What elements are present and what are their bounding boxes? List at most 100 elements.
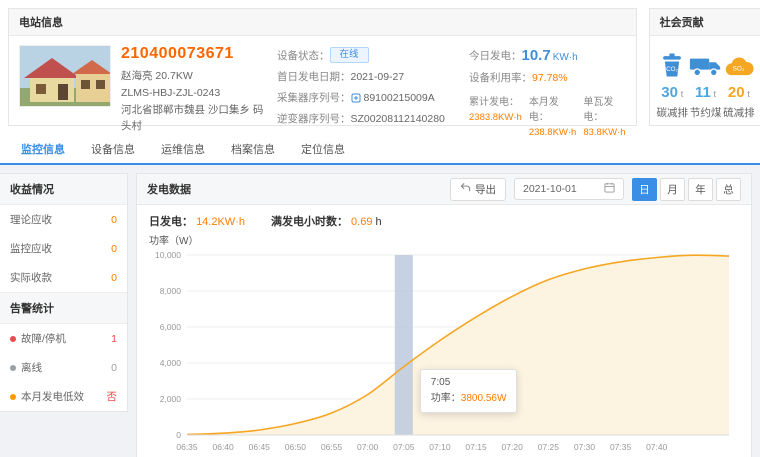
range-button-total[interactable]: 总	[716, 178, 741, 201]
svg-text:06:50: 06:50	[285, 442, 307, 452]
social-label: 碳减排	[656, 105, 689, 120]
row-label: 理论应收	[10, 212, 111, 227]
svg-text:07:00: 07:00	[357, 442, 379, 452]
generation-data-header: 发电数据 导出 2021-10-01 日月年总	[137, 174, 751, 205]
per-watt-gen-stat: 单瓦发电： 83.8KW·h	[583, 93, 625, 138]
svg-text:SO₂: SO₂	[733, 66, 745, 73]
chart-stats-row: 日发电： 14.2KW·h 满发电小时数： 0.69 h	[137, 205, 751, 229]
station-info-title: 电站信息	[9, 9, 636, 36]
station-photo	[19, 45, 111, 107]
day-gen-value: 14.2KW·h	[196, 216, 245, 228]
tab-archive[interactable]: 档案信息	[218, 136, 288, 163]
row-value: 0	[111, 272, 117, 284]
svg-text:07:30: 07:30	[574, 442, 596, 452]
row-label: 本月发电低效	[10, 389, 107, 404]
range-switcher: 日月年总	[632, 178, 741, 201]
social-item-coal-truck: 11 t 节约煤	[689, 48, 722, 120]
svg-text:4,000: 4,000	[160, 358, 182, 368]
device-status-label: 设备状态：	[277, 48, 330, 63]
first-gen-date-row: 首日发电日期： 2021-09-27	[277, 69, 459, 84]
tooltip-power: 功率：3800.56W	[431, 391, 507, 407]
row-label: 监控应收	[10, 241, 111, 256]
social-value: 11 t	[689, 84, 722, 101]
tab-operations[interactable]: 运维信息	[148, 136, 218, 163]
generation-chart-svg: 02,0004,0006,0008,00010,00006:3506:4006:…	[143, 247, 743, 457]
inverter-sn-row: 逆变器序列号： SZ00208112140280	[277, 111, 459, 126]
collector-sn-label: 采集器序列号：	[277, 90, 351, 105]
status-dot	[10, 336, 16, 342]
online-status-badge: 在线	[330, 47, 369, 63]
social-label: 节约煤	[689, 105, 722, 120]
social-value: 20 t	[722, 84, 755, 101]
top-area: 电站信息	[0, 0, 760, 165]
collector-sn: 89100215009A	[364, 92, 435, 104]
solar-station-dashboard: 电站信息	[0, 0, 760, 457]
svg-text:07:15: 07:15	[465, 442, 487, 452]
station-owner: 赵海亮 20.7KW	[121, 68, 267, 85]
stats-sidebar: 收益情况 理论应收0监控应收0实际收款0 告警统计 故障/停机1离线0本月发电低…	[0, 173, 128, 412]
utilization-value: 97.78%	[532, 72, 568, 84]
chart-controls: 导出 2021-10-01 日月年总	[450, 178, 741, 201]
range-button-day[interactable]: 日	[632, 178, 657, 201]
svg-text:07:05: 07:05	[393, 442, 415, 452]
svg-text:07:10: 07:10	[429, 442, 451, 452]
full-hours-unit: h	[376, 216, 382, 228]
row-label: 离线	[10, 360, 111, 375]
svg-text:8,000: 8,000	[160, 286, 182, 296]
alarm-row-low-efficiency-month: 本月发电低效否	[0, 382, 127, 411]
status-dot	[10, 365, 16, 371]
collector-device-icon	[351, 93, 361, 103]
generation-data-panel: 发电数据 导出 2021-10-01 日月年总	[136, 173, 752, 457]
generation-totals: 累计发电： 2383.8KW·h 本月发电： 238.8KW·h 单瓦发电： 8…	[469, 93, 626, 138]
month-gen-stat: 本月发电： 238.8KW·h	[529, 93, 577, 138]
tab-location[interactable]: 定位信息	[288, 136, 358, 163]
generation-chart[interactable]: 02,0004,0006,0008,00010,00006:3506:4006:…	[137, 247, 751, 457]
social-value: 30 t	[656, 84, 689, 101]
social-label: 硫减排	[722, 105, 755, 120]
row-value: 0	[111, 243, 117, 255]
svg-text:06:40: 06:40	[212, 442, 234, 452]
svg-text:06:45: 06:45	[249, 442, 271, 452]
coal-truck-icon	[689, 48, 722, 80]
social-contribution-title: 社会贡献	[650, 9, 760, 36]
date-picker[interactable]: 2021-10-01	[514, 178, 624, 200]
export-icon	[460, 182, 471, 196]
export-button[interactable]: 导出	[450, 178, 506, 201]
chart-tooltip: 7:05 功率：3800.56W	[420, 369, 518, 413]
alarm-section-title: 告警统计	[0, 292, 127, 324]
tooltip-time: 7:05	[431, 375, 507, 391]
svg-text:06:55: 06:55	[321, 442, 343, 452]
calendar-icon	[604, 182, 615, 196]
svg-text:07:25: 07:25	[538, 442, 560, 452]
svg-text:07:35: 07:35	[610, 442, 632, 452]
row-value: 0	[111, 362, 117, 374]
svg-text:07:20: 07:20	[502, 442, 524, 452]
row-value: 1	[111, 333, 117, 345]
range-button-month[interactable]: 月	[660, 178, 685, 201]
co2-bucket-icon: CO₂	[656, 48, 689, 80]
social-item-so2-cloud: SO₂ 20 t 硫减排	[722, 48, 755, 120]
tab-monitoring[interactable]: 监控信息	[8, 136, 78, 163]
station-info-panel: 电站信息	[8, 8, 637, 126]
today-gen-row: 今日发电： 10.7KW·h	[469, 47, 626, 64]
first-gen-date-label: 首日发电日期：	[277, 69, 351, 84]
chart-title: 发电数据	[147, 181, 191, 197]
export-label: 导出	[475, 182, 496, 197]
station-id: 210400073671	[121, 45, 267, 63]
row-label: 实际收款	[10, 270, 111, 285]
revenue-row-actual-received: 实际收款0	[0, 263, 127, 292]
status-dot	[10, 394, 16, 400]
svg-text:06:35: 06:35	[176, 442, 198, 452]
svg-text:CO₂: CO₂	[666, 66, 678, 73]
date-picker-value: 2021-10-01	[523, 183, 577, 195]
content-area: 收益情况 理论应收0监控应收0实际收款0 告警统计 故障/停机1离线0本月发电低…	[0, 165, 760, 457]
tab-device[interactable]: 设备信息	[78, 136, 148, 163]
alarm-row-offline: 离线0	[0, 353, 127, 382]
range-button-year[interactable]: 年	[688, 178, 713, 201]
svg-text:2,000: 2,000	[160, 394, 182, 404]
row-value: 否	[107, 389, 118, 404]
social-contribution-panel: 社会贡献 CO₂ 30 t 碳减排11 t 节约煤 SO₂ 20 t 硫减排	[649, 8, 760, 126]
row-value: 0	[111, 214, 117, 226]
inverter-sn-label: 逆变器序列号：	[277, 111, 351, 126]
station-code: ZLMS-HBJ-ZJL-0243	[121, 85, 267, 102]
